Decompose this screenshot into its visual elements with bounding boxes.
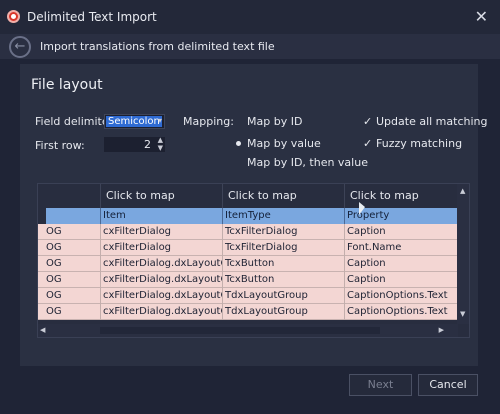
property-cell: ItemType [223, 208, 345, 224]
fuzzy-matching-label[interactable]: Fuzzy matching [376, 137, 462, 150]
spin-arrows-icon[interactable]: ▲ ▼ [158, 136, 163, 152]
horizontal-scrollbar[interactable]: ◀ ▶ [38, 324, 458, 337]
map-by-id-then-value-label[interactable]: Map by ID, then value [247, 156, 368, 169]
scroll-down-icon[interactable]: ▼ [460, 310, 465, 318]
chevron-down-icon[interactable]: ▾ [158, 116, 162, 125]
first-row-spinner[interactable]: 2 ▲ ▼ [104, 136, 165, 152]
table-cell: TdxLayoutGroup [223, 288, 345, 304]
click-to-map-header[interactable]: Click to map [101, 184, 223, 208]
scroll-right-icon[interactable]: ▶ [439, 326, 444, 334]
wizard-step-description: Import translations from delimited text … [40, 40, 275, 53]
table-cell: TcxFilterDialog [223, 240, 345, 256]
table-cell: OG [38, 272, 101, 288]
scroll-thumb[interactable] [100, 327, 380, 334]
table-cell: cxFilterDialog.dxLayoutC... [101, 272, 223, 288]
table-cell: CaptionOptions.Text [347, 290, 448, 301]
vertical-scrollbar[interactable]: ▲ ▼ [457, 184, 469, 324]
radio-map-by-value[interactable] [236, 141, 241, 146]
cancel-button[interactable]: Cancel [418, 374, 478, 396]
table-cell: CaptionOptions.Text [347, 306, 448, 317]
field-delimiter-value: Semicolon [106, 116, 162, 127]
window-title: Delimited Text Import [27, 10, 157, 24]
table-cell: cxFilterDialog.dxLayoutC... [101, 256, 223, 272]
next-button[interactable]: Next [349, 374, 412, 396]
scroll-up-icon[interactable]: ▲ [460, 187, 465, 195]
field-delimiter-combo[interactable]: Semicolon ▾ [104, 114, 165, 129]
app-logo-icon [7, 10, 20, 23]
table-cell: TdxLayoutGroup [223, 304, 345, 320]
first-row-value: 2 [144, 138, 151, 151]
grid-header-blank [38, 184, 101, 208]
table-cell: TcxFilterDialog [223, 224, 345, 240]
table-cell: OG [38, 304, 101, 320]
mouse-cursor-icon [359, 202, 365, 215]
table-cell: OG [38, 256, 101, 272]
column-property-row: Item ItemType Property [46, 208, 458, 224]
table-cell: OG [38, 288, 101, 304]
table-cell: cxFilterDialog.dxLayoutC... [101, 304, 223, 320]
property-cell-blank [46, 208, 101, 224]
table-cell: OG [38, 240, 101, 256]
table-cell: TcxButton [223, 272, 345, 288]
checkmark-icon[interactable]: ✓ [363, 137, 372, 150]
map-by-id-label[interactable]: Map by ID [247, 115, 302, 128]
first-row-label: First row: [35, 139, 85, 152]
table-cell: cxFilterDialog.dxLayoutC... [101, 288, 223, 304]
update-all-matching-label[interactable]: Update all matching [376, 115, 487, 128]
table-row[interactable]: OG cxFilterDialog TcxFilterDialog Captio… [38, 224, 458, 240]
table-row[interactable]: OG cxFilterDialog.dxLayoutC... TdxLayout… [38, 288, 458, 304]
close-icon[interactable]: ✕ [475, 7, 488, 26]
title-bar: Delimited Text Import ✕ [0, 0, 500, 34]
back-arrow-icon[interactable]: ← [9, 36, 31, 58]
table-row[interactable]: OG cxFilterDialog.dxLayoutC... TdxLayout… [38, 304, 458, 320]
checkmark-icon[interactable]: ✓ [363, 115, 372, 128]
radio-map-by-id-then-value[interactable] [235, 159, 243, 167]
table-cell: Caption [347, 258, 386, 269]
table-cell: Caption [347, 226, 386, 237]
table-cell: Font.Name [347, 242, 402, 253]
radio-map-by-id[interactable] [235, 118, 243, 126]
table-cell: TcxButton [223, 256, 345, 272]
table-cell: cxFilterDialog [101, 224, 223, 240]
table-cell: Caption [347, 274, 386, 285]
map-by-value-label[interactable]: Map by value [247, 137, 321, 150]
table-cell: cxFilterDialog [101, 240, 223, 256]
table-row[interactable]: OG cxFilterDialog TcxFilterDialog Font.N… [38, 240, 458, 256]
scroll-left-icon[interactable]: ◀ [40, 326, 45, 334]
click-to-map-header[interactable]: Click to map [223, 184, 345, 208]
wizard-header: ← Import translations from delimited tex… [0, 34, 500, 59]
preview-grid[interactable]: Click to map Click to map Click to map I… [37, 183, 470, 338]
property-cell: Item [101, 208, 223, 224]
table-row[interactable]: OG cxFilterDialog.dxLayoutC... TcxButton… [38, 256, 458, 272]
table-cell: OG [38, 224, 101, 240]
mapping-label: Mapping: [183, 115, 234, 128]
table-row[interactable]: OG cxFilterDialog.dxLayoutC... TcxButton… [38, 272, 458, 288]
section-title: File layout [31, 77, 103, 93]
